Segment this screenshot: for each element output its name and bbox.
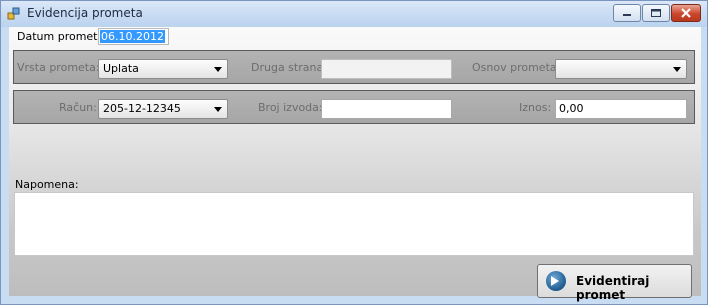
broj-input[interactable] [321, 99, 452, 119]
maximize-icon [651, 9, 661, 17]
vrsta-group: Vrsta prometa: Uplata Druga strana: Osno… [13, 50, 695, 84]
evidentiraj-button[interactable]: Evidentiraj promet [537, 264, 692, 302]
iznos-label: Iznos: [519, 101, 552, 114]
datum-label: Datum prometa: [17, 30, 108, 43]
broj-label: Broj izvoda: [258, 101, 323, 114]
druga-label: Druga strana: [251, 61, 327, 74]
evidentiraj-label: Evidentiraj promet [576, 274, 650, 302]
iznos-input[interactable]: 0,00 [555, 99, 687, 119]
napomena-label: Napomena: [15, 178, 79, 191]
racun-combo[interactable]: 205-12-12345 [98, 99, 228, 119]
chevron-down-icon [214, 67, 222, 72]
napomena-textarea[interactable] [14, 192, 694, 256]
racun-label: Račun: [59, 101, 97, 114]
osnov-combo[interactable] [555, 59, 687, 79]
minimize-icon [623, 14, 631, 16]
app-icon [7, 7, 20, 20]
chevron-down-icon [214, 107, 222, 112]
title-bar[interactable]: Evidencija prometa [1, 1, 707, 27]
vrsta-combo[interactable]: Uplata [98, 59, 228, 79]
vrsta-label: Vrsta prometa: [17, 61, 100, 74]
maximize-button[interactable] [642, 4, 670, 22]
form-area: Datum prometa: 06.10.2012 Vrsta prometa:… [9, 27, 701, 302]
datum-input[interactable]: 06.10.2012 [98, 28, 169, 45]
minimize-button[interactable] [613, 4, 641, 22]
racun-group: Račun: 205-12-12345 Broj izvoda: Iznos: … [13, 90, 695, 124]
druga-input[interactable] [321, 59, 452, 79]
osnov-label: Osnov prometa: [472, 61, 561, 74]
main-window: Evidencija prometa Datum prometa: 06.10.… [0, 0, 708, 305]
racun-value: 205-12-12345 [103, 102, 181, 115]
datum-value: 06.10.2012 [100, 30, 165, 43]
arrow-right-circle-icon [546, 271, 566, 291]
window-title: Evidencija prometa [27, 6, 143, 20]
vrsta-value: Uplata [103, 62, 139, 75]
close-icon [681, 8, 691, 18]
chevron-down-icon [673, 67, 681, 72]
iznos-value: 0,00 [559, 102, 584, 115]
close-button[interactable] [671, 4, 701, 22]
